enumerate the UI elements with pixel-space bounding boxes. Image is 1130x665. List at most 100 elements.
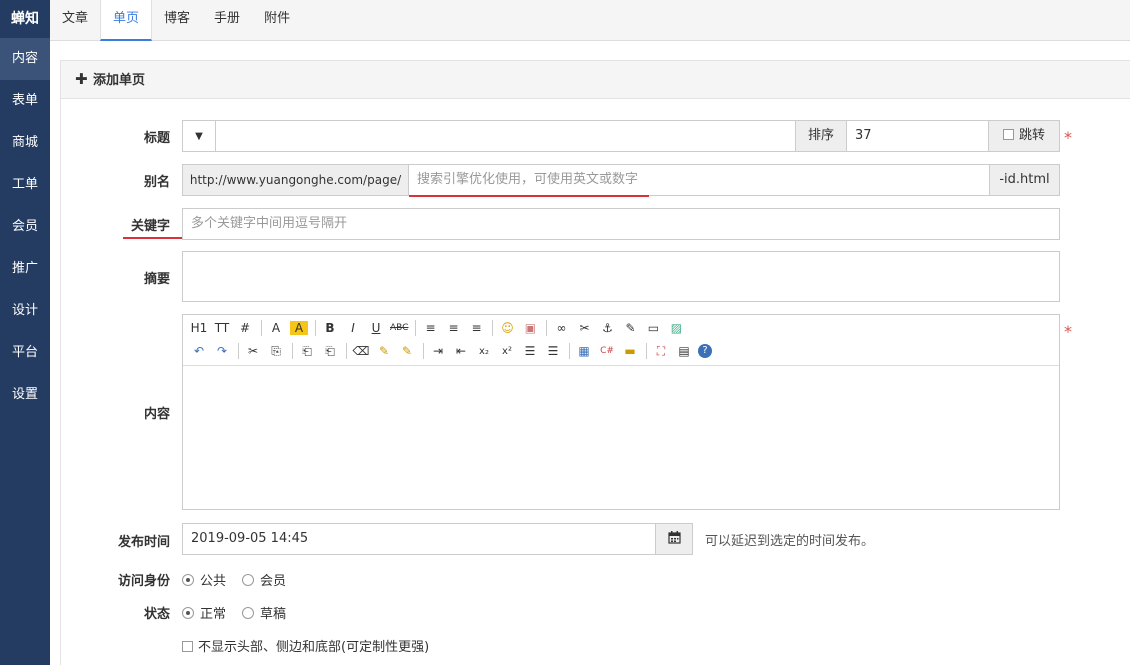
sidebar-item-shop[interactable]: 商城 <box>0 122 50 164</box>
edit-button[interactable]: ✎ <box>621 321 639 335</box>
indent-button[interactable]: ⇥ <box>429 344 447 358</box>
alias-suffix: -id.html <box>989 164 1060 196</box>
publish-time-hint: 可以延迟到选定的时间发布。 <box>705 534 875 549</box>
access-public-option[interactable]: 公共 <box>182 570 226 589</box>
highlight-button[interactable]: A <box>290 321 308 335</box>
unordered-list-button[interactable]: ☰ <box>544 344 562 358</box>
title-label: 标题 <box>143 131 170 146</box>
font-color-button[interactable]: A <box>267 321 285 335</box>
copy-button[interactable]: ⎘ <box>267 344 285 359</box>
hr-button[interactable]: ▬ <box>621 344 639 358</box>
anchor-button[interactable]: ⚓ <box>598 321 616 335</box>
toolbar-separator <box>292 343 293 359</box>
alias-input[interactable]: 搜索引擎优化使用，可使用英文或数字 <box>408 164 990 196</box>
align-right-button[interactable]: ≡ <box>467 321 485 335</box>
cut-button[interactable]: ✂ <box>244 344 262 358</box>
sidebar-item-tickets[interactable]: 工单 <box>0 164 50 206</box>
status-label: 状态 <box>143 607 170 622</box>
sidebar-item-platform[interactable]: 平台 <box>0 332 50 374</box>
radio-icon[interactable] <box>242 574 254 586</box>
tab-articles[interactable]: 文章 <box>50 0 100 41</box>
content-label: 内容 <box>143 407 170 422</box>
toolbar-separator <box>238 343 239 359</box>
alias-label: 别名 <box>143 175 170 190</box>
caret-down-icon: ▼ <box>195 131 203 142</box>
brand-logo[interactable]: 蝉知 <box>0 0 50 38</box>
sidebar-item-settings[interactable]: 设置 <box>0 374 50 416</box>
template-button[interactable]: ▤ <box>675 344 693 358</box>
help-button[interactable]: ? <box>698 344 712 358</box>
hide-layout-option[interactable]: 不显示头部、侧边和底部(可定制性更强) <box>182 636 429 655</box>
tab-attachments[interactable]: 附件 <box>252 0 302 41</box>
order-input[interactable]: 37 <box>846 120 989 152</box>
radio-icon[interactable] <box>182 574 194 586</box>
tab-pages[interactable]: 单页 <box>100 0 153 41</box>
title-type-dropdown[interactable]: ▼ <box>182 120 216 152</box>
italic-button[interactable]: I <box>344 321 362 335</box>
sidebar-item-members[interactable]: 会员 <box>0 206 50 248</box>
sidebar-item-promotion[interactable]: 推广 <box>0 248 50 290</box>
editor-toolbar-row1: H1 TT # A A B I U ABC ≡ ≡ ≡ ☺ ▣ ∞ ✂ ⚓ ✎ … <box>190 318 690 338</box>
hide-layout-checkbox[interactable] <box>182 641 193 652</box>
top-nav: 文章 单页 博客 手册 附件 <box>50 0 1130 41</box>
jump-label: 跳转 <box>1018 128 1045 143</box>
table-button[interactable]: ▦ <box>575 344 593 358</box>
heading-button[interactable]: H1 <box>190 321 208 335</box>
calendar-button[interactable] <box>655 523 693 555</box>
image-insert-button[interactable]: ▣ <box>521 321 539 335</box>
ordered-list-button[interactable]: ☰ <box>521 344 539 358</box>
radio-icon[interactable] <box>182 607 194 619</box>
summary-textarea[interactable] <box>182 251 1060 302</box>
emoji-button[interactable]: ☺ <box>498 321 516 335</box>
publish-time-input[interactable]: 2019-09-05 14:45 <box>182 523 656 555</box>
paste-text-button[interactable]: ⎗ <box>321 344 339 359</box>
toolbar-separator <box>423 343 424 359</box>
order-label: 排序 <box>795 120 847 152</box>
hide-layout-label: 不显示头部、侧边和底部(可定制性更强) <box>198 640 430 655</box>
link-button[interactable]: ∞ <box>552 321 570 335</box>
code-button[interactable]: C# <box>598 346 616 356</box>
superscript-button[interactable]: x² <box>498 346 516 357</box>
toolbar-separator <box>315 320 316 336</box>
status-normal-label: 正常 <box>200 607 227 622</box>
outdent-button[interactable]: ⇤ <box>452 344 470 358</box>
paste-button[interactable]: ⎗ <box>298 344 316 359</box>
panel-title: 添加单页 <box>93 73 146 88</box>
jump-toggle[interactable]: 跳转 <box>988 120 1060 152</box>
unlink-button[interactable]: ✂ <box>575 321 593 335</box>
undo-button[interactable]: ↶ <box>190 344 208 358</box>
status-draft-option[interactable]: 草稿 <box>242 603 286 622</box>
required-marker: * <box>1064 322 1072 341</box>
clean-button[interactable]: ✎ <box>375 344 393 358</box>
editor-divider <box>183 365 1059 366</box>
access-member-option[interactable]: 会员 <box>242 570 286 589</box>
tab-manual[interactable]: 手册 <box>202 0 252 41</box>
toolbar-separator <box>415 320 417 336</box>
toolbar-separator <box>569 343 570 359</box>
align-center-button[interactable]: ≡ <box>444 321 462 335</box>
toolbar-separator <box>261 320 262 336</box>
strikethrough-button[interactable]: ABC <box>390 323 408 333</box>
format-button[interactable]: ✎ <box>398 344 416 358</box>
status-normal-option[interactable]: 正常 <box>182 603 226 622</box>
radio-icon[interactable] <box>242 607 254 619</box>
grid-button[interactable]: # <box>236 321 254 335</box>
subscript-button[interactable]: x₂ <box>475 346 493 357</box>
sidebar-item-content[interactable]: 内容 <box>0 38 50 80</box>
sidebar-item-forms[interactable]: 表单 <box>0 80 50 122</box>
jump-checkbox[interactable] <box>1002 129 1014 140</box>
fullscreen-button[interactable]: ⛶ <box>652 344 670 359</box>
panel-header: ✚ 添加单页 <box>61 61 1130 99</box>
keywords-input[interactable]: 多个关键字中间用逗号隔开 <box>182 208 1060 240</box>
eraser-button[interactable]: ⌫ <box>352 344 370 358</box>
video-button[interactable]: ▭ <box>644 321 662 335</box>
tab-blog[interactable]: 博客 <box>152 0 202 41</box>
sidebar-item-design[interactable]: 设计 <box>0 290 50 332</box>
underline-button[interactable]: U <box>367 321 385 335</box>
font-size-button[interactable]: TT <box>213 321 231 335</box>
picture-button[interactable]: ▨ <box>667 321 685 335</box>
align-left-button[interactable]: ≡ <box>421 321 439 335</box>
redo-button[interactable]: ↷ <box>213 344 231 358</box>
bold-button[interactable]: B <box>321 321 339 335</box>
title-input[interactable] <box>215 120 796 152</box>
